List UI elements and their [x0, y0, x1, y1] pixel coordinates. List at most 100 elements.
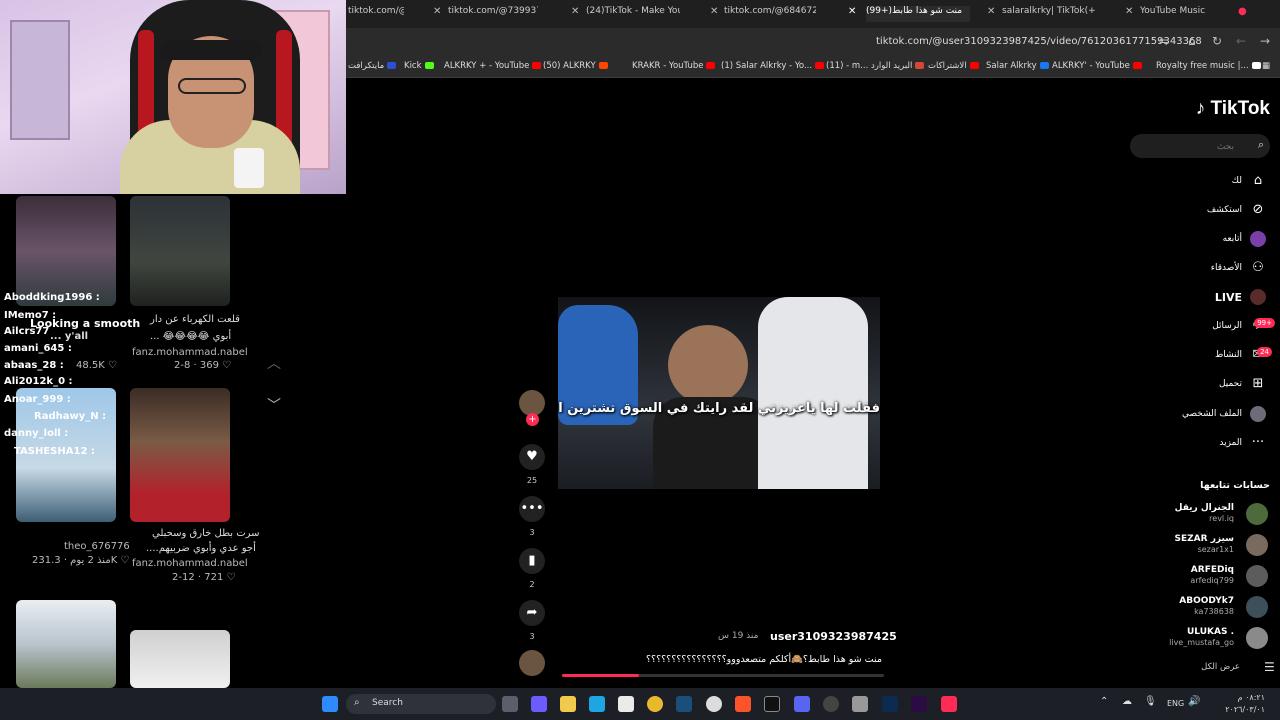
bookmark-item[interactable]: Royalty free music |...	[1156, 61, 1261, 71]
following-account[interactable]: ABOODYk7 ka738638	[1178, 596, 1268, 622]
video-player[interactable]: فقلت لها ياعزيزتي لقد رايتك في السوق تشت…	[558, 297, 880, 489]
save-button[interactable]: ▮ 2	[518, 548, 546, 589]
nav-for-you[interactable]: ⌂ لك	[1232, 171, 1266, 191]
nav-upload[interactable]: ⊞ تحميل	[1219, 374, 1266, 394]
volume-icon[interactable]: 🔊	[1188, 696, 1204, 712]
browser-tab[interactable]: (24)TikTok - Make Your Day	[586, 6, 680, 22]
feed-author[interactable]: fanz.mohammad.nabel	[132, 347, 248, 358]
search-label: Search	[372, 698, 403, 708]
obs-icon[interactable]	[823, 696, 839, 712]
bookmark-item[interactable]: (50) ALKRKY	[543, 61, 608, 71]
following-account[interactable]: SEZAR سيزر sezar1x1	[1174, 534, 1268, 560]
video-progress-bar[interactable]	[562, 674, 884, 677]
photoshop-icon[interactable]	[882, 696, 898, 712]
search-box[interactable]: ⌕	[1130, 134, 1270, 158]
feed-author[interactable]: fanz.mohammad.nabel	[132, 558, 248, 569]
following-account[interactable]: ARFEDiq arfediq799	[1178, 565, 1268, 591]
feed-author[interactable]: theo_676776	[64, 541, 130, 552]
feed-thumbnail[interactable]	[130, 630, 230, 688]
feed-thumbnail[interactable]	[130, 196, 230, 306]
tiktok-app-icon[interactable]	[941, 696, 957, 712]
discord-icon[interactable]	[794, 696, 810, 712]
nav-following[interactable]: أتابعه	[1223, 229, 1266, 249]
feed-thumbnail[interactable]	[130, 388, 230, 522]
avatar	[1246, 627, 1268, 649]
network-icon[interactable]: ☁	[1122, 696, 1138, 712]
bookmark-item[interactable]: ALKRKY' - YouTube	[1052, 61, 1142, 71]
tray-chevron-icon[interactable]: ⌃	[1100, 696, 1116, 712]
premiere-icon[interactable]	[911, 696, 927, 712]
bookmark-item[interactable]: مايتكرافت	[348, 61, 397, 71]
store-icon[interactable]	[618, 696, 634, 712]
bookmark-item[interactable]: Salar Alkrky	[986, 61, 1049, 71]
language-indicator[interactable]: ENG	[1167, 699, 1184, 708]
microphone-icon[interactable]: 🎙	[1144, 696, 1160, 712]
site-settings-icon[interactable]: ⇋	[1159, 34, 1169, 48]
bookmark-item[interactable]: KRAKR - YouTube	[632, 61, 716, 71]
task-view-icon[interactable]	[502, 696, 518, 712]
scroll-up-button[interactable]: ︿	[260, 350, 288, 378]
scroll-down-button[interactable]: ﹀	[260, 392, 288, 420]
browser-tab[interactable]: tiktok.com/@7399376320	[348, 6, 404, 22]
browser-tab[interactable]: tiktok.com/@7399376320	[448, 6, 538, 22]
bookmark-item[interactable]: ALKRKY + - YouTube	[444, 61, 542, 71]
close-tab-icon[interactable]: ✕	[987, 6, 995, 17]
close-tab-icon[interactable]: ✕	[1125, 6, 1133, 17]
nav-friends[interactable]: ⚇ الأصدقاء	[1211, 258, 1266, 278]
close-tab-icon[interactable]: ✕	[571, 6, 579, 17]
follow-button[interactable]: +	[526, 413, 539, 426]
chrome-icon[interactable]	[647, 696, 663, 712]
brave-icon[interactable]	[735, 696, 751, 712]
steam-icon[interactable]	[676, 696, 692, 712]
following-account[interactable]: ULUKAS . live_mustafa_go	[1169, 627, 1268, 653]
nav-live[interactable]: LIVE	[1215, 287, 1266, 307]
browser-tab[interactable]: tiktok.com/@6846726448	[724, 6, 816, 22]
system-clock[interactable]: ٠٨:٢١ م ٢٠٢٦/٠٣/٠١	[1205, 692, 1265, 716]
url-field[interactable]: tiktok.com/@user3109323987425/video/7612…	[876, 36, 1202, 47]
feed-thumbnail[interactable]	[16, 196, 116, 306]
comment-button[interactable]: ••• 3	[518, 496, 546, 537]
list-icon[interactable]: ☰	[1264, 660, 1275, 674]
nav-profile[interactable]: الملف الشخصي	[1182, 404, 1266, 424]
app-icon[interactable]	[852, 696, 868, 712]
home-icon[interactable]: ⌂	[1188, 34, 1196, 48]
close-tab-icon[interactable]: ✕	[433, 6, 441, 17]
webcam-overlay	[0, 0, 346, 194]
back-icon[interactable]: →	[1260, 34, 1270, 48]
browser-tab[interactable]: YouTube Music	[1140, 6, 1230, 22]
more-bookmarks-icon[interactable]: ▦	[1262, 61, 1270, 71]
windows-taskbar: ⌕ Search ⌃ ☁ 🎙 ENG 🔊 ٠٨:٢١ م ٢٠٢٦/٠٣/٠١	[0, 688, 1280, 720]
following-account[interactable]: الجنرال ريقل revl.iq	[1175, 503, 1268, 529]
taskbar-search[interactable]: ⌕ Search	[346, 694, 496, 714]
bookmark-item[interactable]: (1) Salar Alkrky - Yo...	[721, 61, 825, 71]
video-author[interactable]: user3109323987425	[770, 630, 897, 643]
capcut-icon[interactable]	[764, 696, 780, 712]
windows-start-icon[interactable]	[322, 696, 338, 712]
reload-icon[interactable]: ↻	[1212, 34, 1222, 48]
nav-explore[interactable]: ⊘ استكشف	[1207, 200, 1266, 220]
bookmark-item[interactable]: (11) - m... البريد الوارد	[826, 61, 925, 71]
account-name: SEZAR سيزر	[1174, 534, 1235, 544]
close-tab-icon[interactable]: ✕	[710, 6, 718, 17]
avatar	[1246, 503, 1268, 525]
copilot-icon[interactable]	[531, 696, 547, 712]
bookmark-item[interactable]: الاشتراكات	[928, 61, 979, 71]
forward-icon[interactable]: ←	[1236, 34, 1246, 48]
bookmark-item[interactable]: Kick	[404, 61, 434, 71]
browser-tab-active[interactable]: (99+)منت شو هذا طابط	[866, 6, 970, 22]
nav-more[interactable]: ··· المزيد	[1219, 433, 1266, 453]
next-video-avatar[interactable]	[519, 650, 545, 676]
search-icon[interactable]: ⌕	[1258, 138, 1264, 152]
share-button[interactable]: ➦ 3	[518, 600, 546, 641]
edge-icon[interactable]	[589, 696, 605, 712]
like-button[interactable]: ♥ 25	[518, 444, 546, 485]
close-tab-icon[interactable]: ✕	[848, 6, 856, 17]
settings-icon[interactable]	[706, 696, 722, 712]
see-all-link[interactable]: عرض الكل	[1201, 662, 1240, 672]
browser-tab[interactable]: salaralkrky| TikTok(+99)	[1002, 6, 1096, 22]
search-input[interactable]	[1130, 134, 1240, 158]
file-explorer-icon[interactable]	[560, 696, 576, 712]
comment-count: 3	[529, 528, 535, 537]
feed-thumbnail[interactable]	[16, 600, 116, 688]
tiktok-logo[interactable]: ♪ TikTok	[1196, 98, 1270, 120]
